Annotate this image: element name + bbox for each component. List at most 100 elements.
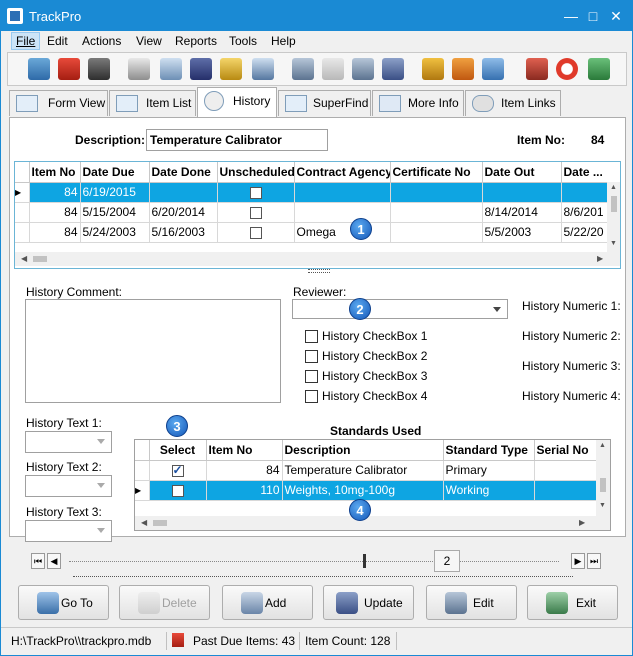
record-track[interactable] <box>69 561 559 562</box>
nav-divider <box>73 576 573 577</box>
print-icon[interactable] <box>128 58 150 80</box>
col-select[interactable]: Select <box>149 440 207 461</box>
menu-bar: File Edit Actions View Reports Tools Hel… <box>1 31 632 51</box>
col-standard-type[interactable]: Standard Type <box>443 440 535 461</box>
col-serial-no[interactable]: Serial No <box>534 440 598 461</box>
history-comment-field[interactable] <box>25 299 281 403</box>
save-icon[interactable] <box>190 58 212 80</box>
menu-file[interactable]: File <box>11 32 41 50</box>
menu-actions[interactable]: Actions <box>82 34 121 48</box>
update-db-icon <box>336 592 358 614</box>
item-no-label: Item No: <box>517 133 565 147</box>
history-grid[interactable]: Item No Date Due Date Done Unscheduled C… <box>14 161 621 269</box>
goto-button[interactable]: Go To <box>18 585 109 620</box>
tools-icon[interactable] <box>526 58 548 80</box>
ruler-icon[interactable] <box>220 58 242 80</box>
standards-grid-vscrollbar[interactable]: ▲ ▼ <box>596 440 610 516</box>
col-std-item-no[interactable]: Item No <box>206 440 283 461</box>
export-icon[interactable] <box>452 58 474 80</box>
history-checkbox-3[interactable]: History CheckBox 3 <box>305 369 427 384</box>
reviewer-label: Reviewer: <box>293 285 347 299</box>
table-row[interactable]: 84 5/15/2004 6/20/2014 8/14/2014 8/6/201 <box>15 202 620 223</box>
scroll-thumb[interactable] <box>611 196 617 212</box>
last-record-icon[interactable]: ⏭ <box>587 553 601 569</box>
col-certificate-no[interactable]: Certificate No <box>390 162 483 183</box>
delete-db-icon[interactable] <box>322 58 344 80</box>
tab-item-links[interactable]: Item Links <box>465 90 561 116</box>
delete-button[interactable]: Delete <box>119 585 210 620</box>
history-grid-hscrollbar[interactable]: ◀ ▶ <box>15 252 620 266</box>
standards-grid-hscrollbar[interactable]: ◀ ▶ <box>135 516 610 530</box>
scroll-thumb[interactable] <box>33 256 47 262</box>
first-record-icon[interactable]: ⏮ <box>31 553 45 569</box>
history-text-3-dropdown[interactable] <box>25 520 112 542</box>
notebook-icon[interactable] <box>252 58 274 80</box>
col-unscheduled[interactable]: Unscheduled <box>217 162 295 183</box>
screen-icon[interactable] <box>482 58 504 80</box>
table-row[interactable]: ▶ 84 6/19/2015 <box>15 182 620 203</box>
status-item-count: Item Count: 128 <box>305 634 391 648</box>
tab-form-view[interactable]: Form View <box>9 90 108 116</box>
menu-edit[interactable]: Edit <box>47 34 68 48</box>
description-field[interactable]: Temperature Calibrator <box>146 129 328 151</box>
menu-reports[interactable]: Reports <box>175 34 217 48</box>
standards-grid[interactable]: Select Item No Description Standard Type… <box>134 439 611 531</box>
history-checkbox-4[interactable]: History CheckBox 4 <box>305 389 427 404</box>
tab-strip: Form View Item List History SuperFind Mo… <box>1 87 632 117</box>
select-checkbox[interactable] <box>171 463 184 477</box>
history-text-2-dropdown[interactable] <box>25 475 112 497</box>
history-numeric-2-label: History Numeric 2: <box>522 329 621 343</box>
col-contract-agency[interactable]: Contract Agency <box>294 162 391 183</box>
col-std-description[interactable]: Description <box>282 440 444 461</box>
history-text-1-dropdown[interactable] <box>25 431 112 453</box>
flag-icon[interactable] <box>58 58 80 80</box>
db-save-icon[interactable] <box>382 58 404 80</box>
add-button[interactable]: Add <box>222 585 313 620</box>
col-date-in[interactable]: Date ... <box>561 162 620 183</box>
edit-button[interactable]: Edit <box>426 585 517 620</box>
table-row[interactable]: 84 5/24/2003 5/16/2003 Omega 5/5/2003 5/… <box>15 222 620 243</box>
db-check-icon[interactable] <box>352 58 374 80</box>
unscheduled-checkbox[interactable] <box>249 186 262 199</box>
tab-history[interactable]: History <box>197 87 277 117</box>
tab-item-list[interactable]: Item List <box>109 90 196 116</box>
next-record-icon[interactable]: ▶ <box>571 553 585 569</box>
history-grid-vscrollbar[interactable]: ▲ ▼ <box>607 182 620 252</box>
tab-superfind[interactable]: SuperFind <box>278 90 371 116</box>
menu-tools[interactable]: Tools <box>229 34 257 48</box>
report-icon[interactable] <box>160 58 182 80</box>
col-item-no[interactable]: Item No <box>29 162 81 183</box>
history-checkbox-2[interactable]: History CheckBox 2 <box>305 349 427 364</box>
exit-button[interactable]: Exit <box>527 585 618 620</box>
tab-more-info[interactable]: More Info <box>372 90 464 116</box>
update-button[interactable]: Update <box>323 585 414 620</box>
menu-view[interactable]: View <box>136 34 162 48</box>
app-window: TrackPro — □ ✕ File Edit Actions View Re… <box>0 0 633 656</box>
select-checkbox[interactable] <box>171 484 184 497</box>
close-button[interactable]: ✕ <box>601 1 631 31</box>
exit-icon[interactable] <box>588 58 610 80</box>
help-ring-icon[interactable] <box>556 58 578 80</box>
open-db-icon[interactable] <box>28 58 50 80</box>
col-date-done[interactable]: Date Done <box>149 162 218 183</box>
prev-record-icon[interactable]: ◀ <box>47 553 61 569</box>
add-db-icon[interactable] <box>292 58 314 80</box>
binoculars-icon[interactable] <box>88 58 110 80</box>
scroll-thumb[interactable] <box>153 520 167 526</box>
col-date-due[interactable]: Date Due <box>80 162 150 183</box>
unscheduled-checkbox[interactable] <box>249 206 262 219</box>
table-row[interactable]: 84 Temperature Calibrator Primary <box>135 460 598 481</box>
unscheduled-checkbox[interactable] <box>249 226 262 239</box>
splitter-grip[interactable] <box>308 269 330 273</box>
col-date-out[interactable]: Date Out <box>482 162 562 183</box>
scroll-thumb[interactable] <box>600 478 606 492</box>
reviewer-dropdown[interactable] <box>292 299 508 319</box>
standards-grid-header: Select Item No Description Standard Type… <box>135 440 598 461</box>
table-row[interactable]: ▶ 110 Weights, 10mg-100g Working <box>135 480 598 501</box>
record-slider-thumb[interactable] <box>363 554 366 568</box>
row-pointer-icon: ▶ <box>135 480 150 501</box>
menu-help[interactable]: Help <box>271 34 296 48</box>
import-icon[interactable] <box>422 58 444 80</box>
history-checkbox-1[interactable]: History CheckBox 1 <box>305 329 427 344</box>
more-info-icon <box>379 95 401 112</box>
